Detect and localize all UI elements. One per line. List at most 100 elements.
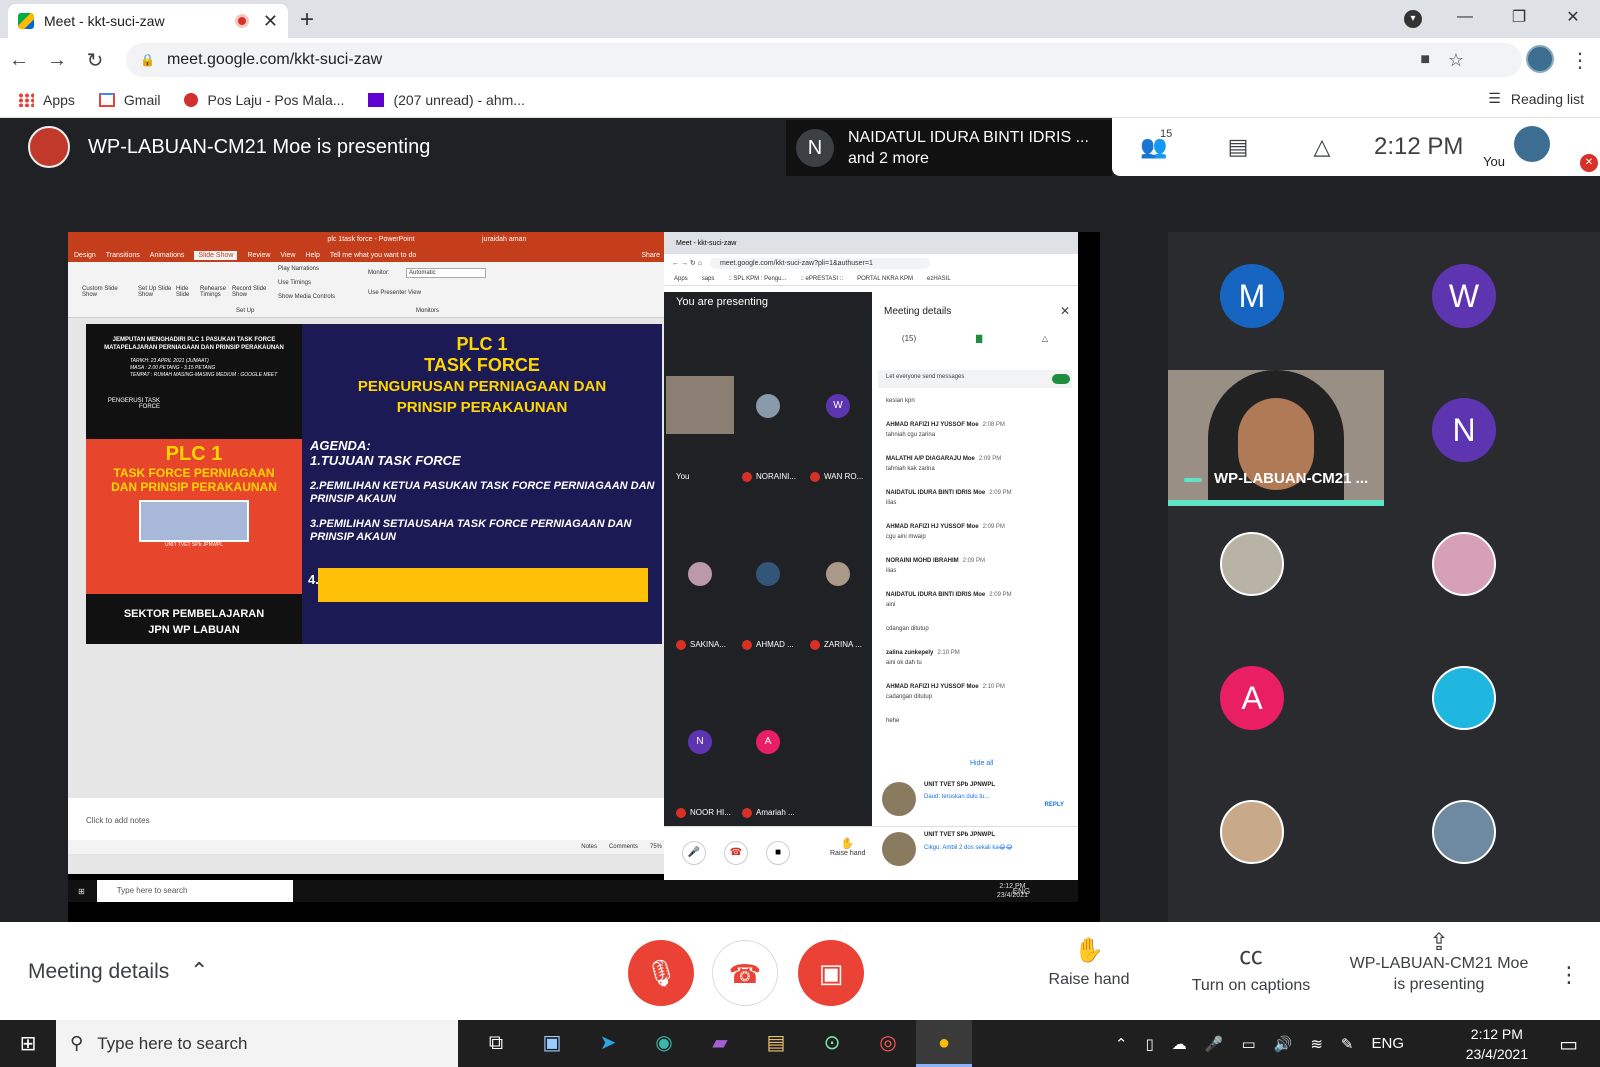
ribbon-use-timings[interactable]: Use Timings xyxy=(278,280,311,286)
participant-tile-a[interactable]: A xyxy=(1220,666,1284,730)
new-tab-button[interactable]: + xyxy=(300,6,314,34)
people-button[interactable]: 👥 15 xyxy=(1112,128,1196,160)
inner-camera-icon[interactable]: ■ xyxy=(766,841,790,865)
app-icon[interactable]: ⊙ xyxy=(804,1020,860,1067)
chrome-icon[interactable]: ● xyxy=(916,1020,972,1067)
participant-photo[interactable] xyxy=(1220,800,1284,864)
bookmark-gmail[interactable]: Gmail xyxy=(98,92,160,108)
app-icon[interactable]: ▣ xyxy=(524,1020,580,1067)
reading-list-button[interactable]: ☰ Reading list xyxy=(1488,90,1584,107)
lock-icon[interactable]: 🔒 xyxy=(140,53,155,67)
hide-all-link[interactable]: Hide all xyxy=(970,760,993,767)
inner-activities-icon[interactable]: △ xyxy=(1042,334,1048,343)
more-options-icon[interactable]: ⋮ xyxy=(1558,962,1580,988)
profile-avatar[interactable] xyxy=(1526,45,1554,73)
notification-center-icon[interactable]: ▭ xyxy=(1559,1032,1578,1057)
ribbon-rehearse[interactable]: Rehearse Timings xyxy=(200,286,230,298)
participant-tile-m[interactable]: M xyxy=(1220,264,1284,328)
ribbon-play-narrations[interactable]: Play Narrations xyxy=(278,266,319,272)
bookmark-apps[interactable]: Apps xyxy=(18,92,75,108)
ribbon-record[interactable]: Record Slide Show xyxy=(232,286,268,298)
cloud-icon[interactable]: ☁ xyxy=(1172,1035,1187,1053)
inner-chat-close-icon[interactable]: ✕ xyxy=(1060,304,1070,318)
video-tile-wp-labuan[interactable]: WP-LABUAN-CM21 ... xyxy=(1168,370,1384,506)
participant-photo[interactable] xyxy=(1432,532,1496,596)
browser-tab-meet[interactable]: Meet - kkt-suci-zaw ✕ xyxy=(8,4,288,38)
inner-people-tab[interactable]: (15) xyxy=(902,334,916,343)
battery-icon[interactable]: ▭ xyxy=(1241,1035,1255,1053)
participant-photo[interactable] xyxy=(1432,666,1496,730)
activities-button[interactable]: △ xyxy=(1280,134,1364,160)
chat-button[interactable]: ▤ xyxy=(1196,134,1280,160)
captions-button[interactable]: ㏄ Turn on captions xyxy=(1186,936,1316,995)
taskbar-clock[interactable]: 2:12 PM 23/4/2021 xyxy=(1466,1024,1528,1064)
ppt-tab-help[interactable]: Help xyxy=(305,252,319,259)
microphone-icon[interactable]: 🎤 xyxy=(1205,1035,1224,1053)
reload-icon[interactable]: ↻ xyxy=(76,48,114,73)
notification-reply-button[interactable]: REPLY xyxy=(1045,802,1064,808)
edge-icon[interactable]: ◉ xyxy=(636,1020,692,1067)
forward-icon[interactable]: → xyxy=(38,49,76,72)
inner-raise-hand[interactable]: ✋ Raise hand xyxy=(830,837,865,857)
slide[interactable]: JEMPUTAN MENGHADIRI PLC 1 PASUKAN TASK F… xyxy=(86,324,662,644)
bookmark-poslaju[interactable]: Pos Laju - Pos Mala... xyxy=(184,92,344,108)
ppt-tab-review[interactable]: Review xyxy=(247,252,270,259)
volume-icon[interactable]: 🔊 xyxy=(1274,1035,1293,1053)
ppt-tab-design[interactable]: Design xyxy=(74,252,96,259)
minimize-icon[interactable]: — xyxy=(1438,8,1492,26)
restore-icon[interactable]: ❐ xyxy=(1492,7,1546,27)
leave-call-button[interactable]: ☎ xyxy=(712,940,778,1006)
ppt-tab-view[interactable]: View xyxy=(280,252,295,259)
bookmark-star-icon[interactable]: ☆ xyxy=(1448,50,1464,71)
ribbon-monitor-select[interactable]: Automatic xyxy=(406,268,486,278)
ribbon-custom-show[interactable]: Custom Slide Show xyxy=(82,286,122,298)
app-icon[interactable]: ▤ xyxy=(748,1020,804,1067)
inner-start-icon: ⊞ xyxy=(78,886,85,896)
inner-label: NORAINI... xyxy=(742,472,796,482)
ppt-share-button[interactable]: Share xyxy=(641,252,660,259)
task-view-icon[interactable]: ⧉ xyxy=(468,1020,524,1067)
chevron-up-icon[interactable]: ⌃ xyxy=(1115,1035,1128,1053)
windows-search-box[interactable]: ⚲ Type here to search xyxy=(56,1020,458,1067)
close-tab-icon[interactable]: ✕ xyxy=(263,11,278,32)
app-icon[interactable]: ◎ xyxy=(860,1020,916,1067)
ppt-tab-transitions[interactable]: Transitions xyxy=(106,252,140,259)
inner-mic-icon[interactable]: 🎤 xyxy=(682,841,706,865)
participant-photo[interactable] xyxy=(1220,532,1284,596)
camera-toggle-button[interactable]: ▣ xyxy=(798,940,864,1006)
language-indicator[interactable]: ENG xyxy=(1371,1035,1404,1052)
mic-toggle-button[interactable]: 🎙 xyxy=(628,940,694,1006)
windows-start-icon[interactable]: ⊞ xyxy=(0,1031,56,1056)
notification-card[interactable]: UNIT TVET SPb JPNWPL Cikgu: Ambil 2 dos … xyxy=(878,828,1074,870)
inner-hangup-icon[interactable]: ☎ xyxy=(724,841,748,865)
bookmark-yahoo-mail[interactable]: (207 unread) - ahm... xyxy=(368,92,525,108)
telegram-icon[interactable]: ➤ xyxy=(580,1020,636,1067)
ppt-tab-animations[interactable]: Animations xyxy=(150,252,185,259)
participant-tile-n[interactable]: N xyxy=(1432,398,1496,462)
wifi-icon[interactable]: ≋ xyxy=(1310,1035,1323,1053)
meeting-details-button[interactable]: Meeting details xyxy=(28,960,169,984)
ribbon-setup-show[interactable]: Set Up Slide Show xyxy=(138,286,174,298)
chevron-up-icon[interactable]: ⌃ xyxy=(190,958,208,984)
back-icon[interactable]: ← xyxy=(0,49,38,72)
camera-permission-icon[interactable]: ■ xyxy=(1420,51,1430,69)
notification-card[interactable]: UNIT TVET SPb JPNWPL Daud: teruskan dulu… xyxy=(878,778,1074,820)
ribbon-presenter-view[interactable]: Use Presenter View xyxy=(368,290,421,296)
inner-chat-tab-icon[interactable]: ▇ xyxy=(976,334,982,343)
device-icon[interactable]: ▯ xyxy=(1146,1035,1154,1053)
let-everyone-toggle[interactable] xyxy=(1052,374,1070,384)
onenote-icon[interactable]: ▰ xyxy=(692,1020,748,1067)
address-bar[interactable]: 🔒 meet.google.com/kkt-suci-zaw ■ ☆ xyxy=(126,43,1522,77)
participant-photo[interactable] xyxy=(1432,800,1496,864)
ppt-tab-slideshow[interactable]: Slide Show xyxy=(194,250,238,260)
chrome-menu-icon[interactable]: ⋮ xyxy=(1570,48,1590,73)
presenting-button[interactable]: ⇪ WP-LABUAN-CM21 Moe is presenting xyxy=(1346,931,1532,995)
ribbon-media-controls[interactable]: Show Media Controls xyxy=(278,294,335,300)
ribbon-hide-slide[interactable]: Hide Slide xyxy=(176,286,194,298)
raise-hand-button[interactable]: ✋ Raise hand xyxy=(1034,936,1144,989)
ppt-tell-me[interactable]: Tell me what you want to do xyxy=(330,252,416,259)
participant-tile-w[interactable]: W xyxy=(1432,264,1496,328)
pen-icon[interactable]: ✎ xyxy=(1341,1035,1354,1053)
close-window-icon[interactable]: ✕ xyxy=(1546,7,1600,27)
tab-search-icon[interactable]: ▾ xyxy=(1404,10,1422,28)
